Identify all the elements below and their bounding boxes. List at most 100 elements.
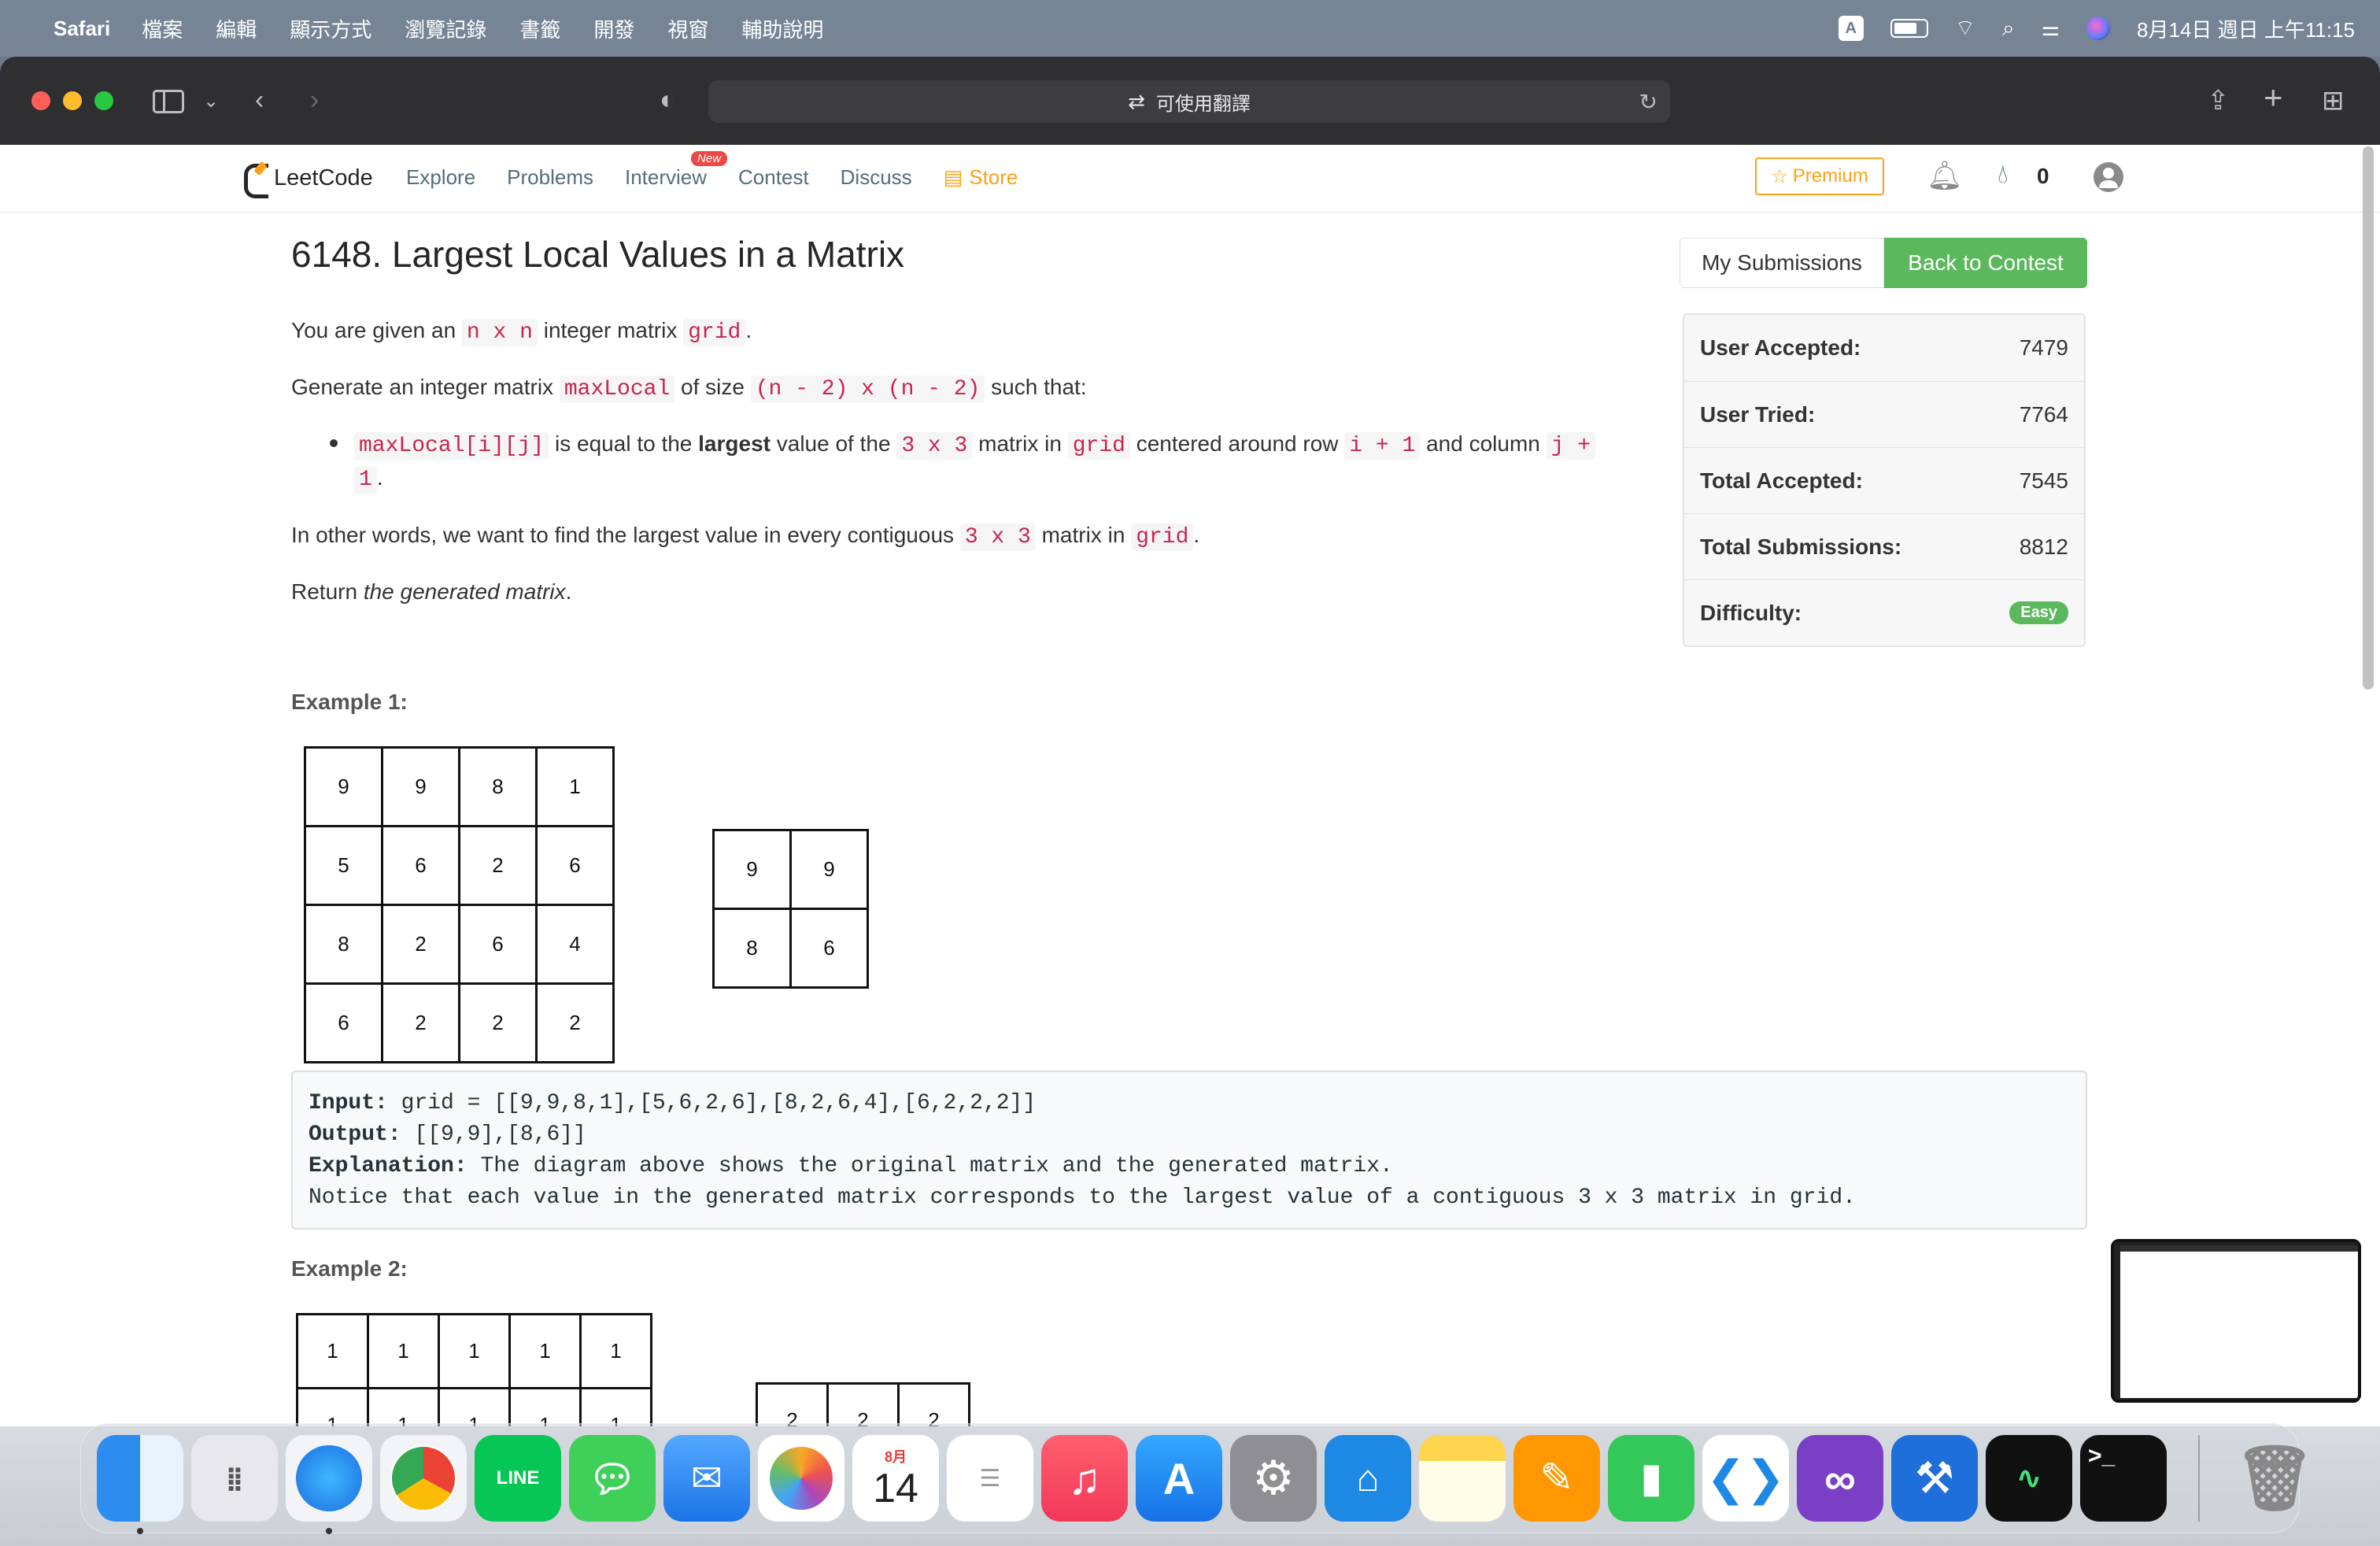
share-icon[interactable]: ⇪ (2207, 85, 2230, 117)
spotlight-search-icon[interactable]: ⌕ (2002, 16, 2015, 42)
nav-explore[interactable]: Explore (406, 165, 475, 190)
menu-help[interactable]: 輔助說明 (741, 14, 823, 43)
nav-store-label: Store (969, 165, 1018, 189)
privacy-shield-icon[interactable]: ◐ (660, 85, 676, 116)
menu-app-name[interactable]: Safari (54, 17, 110, 41)
system-preferences-icon[interactable]: ⚙ (1230, 1435, 1317, 1522)
notification-bell-icon[interactable]: 🔔︎ (1927, 159, 1963, 192)
example-2-output-grid-clip: 2 2 2 (756, 1382, 976, 1426)
minimize-window-button[interactable] (63, 91, 82, 110)
window-controls (31, 91, 113, 110)
my-submissions-button[interactable]: My Submissions (1680, 238, 1884, 288)
difficulty-badge: Easy (2009, 601, 2068, 624)
example-2-output-grid: 2 2 2 (756, 1382, 970, 1426)
grid-cell: 2 (756, 1382, 829, 1426)
xcode-icon[interactable]: ⚒ (1891, 1435, 1978, 1522)
reload-icon[interactable]: ↻ (1639, 89, 1658, 115)
pages-icon[interactable]: ✎ (1513, 1435, 1600, 1522)
line-icon[interactable]: LINE (475, 1435, 561, 1522)
visual-studio-icon[interactable]: ∞ (1797, 1435, 1883, 1522)
problem-paragraph-2: Generate an integer matrix maxLocal of s… (291, 375, 1087, 403)
grid-cell: 1 (579, 1387, 652, 1426)
back-to-contest-button[interactable]: Back to Contest (1884, 238, 2087, 288)
reminders-icon[interactable]: ☰ (947, 1435, 1033, 1522)
vscode-icon[interactable]: ❮❯ (1702, 1435, 1789, 1522)
browser-toolbar: ⌄ ‹ › ◐ ⇄ 可使用翻譯 ↻ ⇪ + ⊞ (0, 57, 2380, 145)
forward-icon[interactable]: › (310, 85, 319, 116)
calendar-icon[interactable]: 8月 14 (852, 1435, 939, 1522)
finder-icon[interactable] (97, 1435, 183, 1534)
menu-view[interactable]: 顯示方式 (290, 14, 371, 43)
problem-title: 6148. Largest Local Values in a Matrix (291, 234, 905, 275)
new-tab-icon[interactable]: + (2264, 79, 2283, 117)
leetcode-logo[interactable]: LeetCode (242, 162, 373, 198)
grid-cell: 2 (381, 982, 460, 1063)
page-scrollbar[interactable] (2363, 146, 2374, 690)
music-icon[interactable]: ♫ (1041, 1435, 1128, 1522)
grid-cell: 2 (897, 1382, 970, 1426)
control-center-icon[interactable]: ⚌ (2042, 17, 2060, 41)
photos-icon[interactable] (758, 1435, 844, 1522)
avatar[interactable] (2094, 162, 2123, 192)
bullet-point (326, 433, 343, 450)
calendar-month: 8月 (884, 1449, 907, 1465)
trash-icon[interactable]: 🗑︎ (2231, 1435, 2318, 1522)
menu-develop[interactable]: 開發 (593, 14, 634, 43)
premium-button[interactable]: ☆ Premium (1755, 157, 1884, 195)
grid-cell: 1 (367, 1313, 440, 1389)
safari-icon[interactable] (286, 1435, 372, 1534)
back-icon[interactable]: ‹ (255, 85, 264, 116)
siri-icon[interactable] (2086, 17, 2111, 40)
nav-discuss[interactable]: Discuss (841, 165, 912, 190)
grid-cell: 5 (304, 825, 383, 906)
sidebar-toggle-icon[interactable] (153, 90, 184, 113)
grid-cell: 1 (508, 1313, 582, 1389)
stat-total-accepted: Total Accepted: 7545 (1684, 447, 2084, 513)
nav-links: Explore Problems Interview New Contest D… (406, 151, 1018, 190)
grid-cell: 2 (535, 982, 615, 1063)
grid-cell: 2 (381, 904, 460, 985)
address-bar[interactable]: ⇄ 可使用翻譯 ↻ (708, 80, 1670, 123)
input-source-icon[interactable]: A (1838, 16, 1864, 41)
submission-buttons: My Submissions Back to Contest (1680, 238, 2087, 288)
mail-icon[interactable]: ✉ (663, 1435, 750, 1522)
activity-monitor-icon[interactable]: ∿ (1986, 1435, 2072, 1522)
chevron-down-icon[interactable]: ⌄ (203, 90, 219, 113)
grid-cell: 6 (535, 825, 615, 906)
tab-overview-icon[interactable]: ⊞ (2322, 85, 2345, 117)
numbers-icon[interactable]: ▮ (1608, 1435, 1694, 1522)
menu-bookmarks[interactable]: 書籤 (519, 14, 560, 43)
nav-interview[interactable]: Interview New (625, 151, 728, 190)
nav-store[interactable]: ▤ Store (944, 165, 1018, 190)
chrome-icon[interactable] (380, 1435, 467, 1522)
battery-icon[interactable] (1890, 19, 1928, 38)
close-window-button[interactable] (31, 91, 50, 110)
leetcode-navbar: LeetCode Explore Problems Interview New … (0, 145, 2380, 213)
stat-user-tried: User Tried: 7764 (1684, 381, 2084, 447)
zoom-window-button[interactable] (94, 91, 113, 110)
leetcode-logo-text: LeetCode (274, 165, 373, 190)
grid-cell: 1 (579, 1313, 652, 1389)
translate-icon[interactable]: ⇄ (1128, 90, 1145, 114)
menu-clock[interactable]: 8月14日 週日 上午11:15 (2137, 14, 2355, 43)
menu-file[interactable]: 檔案 (142, 14, 183, 43)
grid-cell: 9 (712, 829, 792, 910)
launchpad-icon[interactable]: ⣿ (191, 1435, 278, 1522)
app-store-icon[interactable]: A (1136, 1435, 1222, 1522)
leetcode-logo-icon (242, 162, 268, 198)
menu-edit[interactable]: 編輯 (216, 14, 257, 43)
nav-problems[interactable]: Problems (507, 165, 593, 190)
problem-paragraph-4: Return the generated matrix. (291, 579, 572, 604)
streak-fire-icon[interactable]: 💧︎ (1998, 159, 2009, 190)
grid-cell: 2 (458, 982, 538, 1063)
terminal-icon[interactable]: >_ (2080, 1435, 2167, 1522)
screenshot-thumbnail[interactable] (2111, 1239, 2361, 1403)
messages-icon[interactable]: 💬︎ (569, 1435, 656, 1522)
grid-cell: 9 (381, 746, 460, 827)
wifi-icon[interactable]: ⌔ (1955, 15, 1975, 43)
menu-history[interactable]: 瀏覽記錄 (405, 14, 486, 43)
nav-contest[interactable]: Contest (738, 165, 809, 190)
notes-icon[interactable] (1419, 1435, 1506, 1522)
keynote-icon[interactable]: ⌂ (1325, 1435, 1411, 1522)
menu-window[interactable]: 視窗 (667, 14, 708, 43)
